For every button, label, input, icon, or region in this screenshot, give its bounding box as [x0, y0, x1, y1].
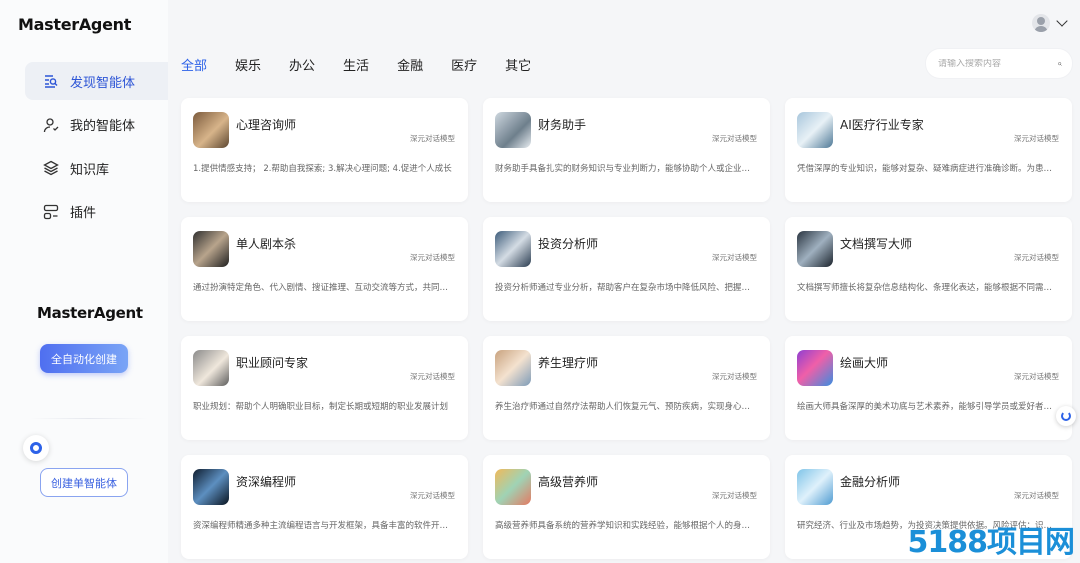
app-logo-text: MasterAgent: [18, 15, 132, 34]
brand-logo: MasterAgent: [37, 304, 143, 322]
discover-icon: [43, 73, 59, 89]
agent-description: 高级营养师具备系统的营养学知识和实践经验，能够根据个人的身体状况: [495, 521, 757, 531]
agent-avatar: [797, 112, 833, 148]
sidebar-item-my-agents[interactable]: 我的智能体: [25, 106, 168, 144]
agent-card[interactable]: 职业顾问专家 深元对话模型 职业规划：帮助个人明确职业目标，制定长期或短期的职业…: [181, 336, 468, 440]
agent-name: 金融分析师: [840, 475, 901, 489]
tab-medical[interactable]: 医疗: [451, 55, 477, 74]
assistant-bubble-icon[interactable]: [23, 435, 49, 461]
chat-float-icon[interactable]: [1056, 406, 1076, 426]
auto-create-button[interactable]: 全自动化创建: [40, 344, 128, 373]
agent-description: 凭借深厚的专业知识，能够对复杂、疑难病症进行准确诊断。为患者提供: [797, 164, 1059, 174]
agent-avatar: [495, 231, 531, 267]
agent-name: 养生理疗师: [538, 356, 599, 370]
tab-other[interactable]: 其它: [505, 55, 531, 74]
agent-description: 绘画大师具备深厚的美术功底与艺术素养，能够引导学员或爱好者提升: [797, 402, 1059, 412]
tab-office[interactable]: 办公: [289, 55, 315, 74]
agent-description: 职业规划：帮助个人明确职业目标，制定长期或短期的职业发展计划: [193, 402, 449, 412]
agent-name: 绘画大师: [840, 356, 889, 370]
tab-finance[interactable]: 金融: [397, 55, 423, 74]
agent-description: 财务助手具备扎实的财务知识与专业判断力，能够协助个人或企业管理财务: [495, 164, 757, 174]
user-agent-icon: [43, 117, 59, 133]
sidebar-item-label: 插件: [70, 206, 97, 221]
agent-model-tag: 深元对话模型: [1014, 372, 1059, 381]
avatar[interactable]: [1032, 14, 1050, 32]
agent-avatar: [495, 469, 531, 505]
agent-name: 单人剧本杀: [236, 237, 297, 251]
sidebar-item-label: 发现智能体: [70, 75, 136, 91]
agent-avatar: [797, 469, 833, 505]
category-tabs: 全部 娱乐 办公 生活 金融 医疗 其它: [181, 55, 559, 74]
chevron-down-icon[interactable]: [1056, 15, 1068, 27]
user-menu[interactable]: [1032, 14, 1068, 32]
agent-card[interactable]: 资深编程师 深元对话模型 资深编程师精通多种主流编程语言与开发框架，具备丰富的软…: [181, 455, 468, 559]
agent-model-tag: 深元对话模型: [410, 134, 455, 143]
agent-model-tag: 深元对话模型: [410, 372, 455, 381]
agent-card[interactable]: 财务助手 深元对话模型 财务助手具备扎实的财务知识与专业判断力，能够协助个人或企…: [483, 98, 770, 202]
agent-model-tag: 深元对话模型: [712, 134, 757, 143]
sidebar-item-label: 知识库: [70, 162, 110, 178]
agent-avatar: [193, 350, 229, 386]
agent-card[interactable]: 文档撰写大师 深元对话模型 文档撰写师擅长将复杂信息结构化、条理化表达，能够根据…: [785, 217, 1072, 321]
agent-model-tag: 深元对话模型: [712, 491, 757, 500]
agent-model-tag: 深元对话模型: [410, 491, 455, 500]
agent-name: 文档撰写大师: [840, 237, 913, 251]
agent-card[interactable]: 投资分析师 深元对话模型 投资分析师通过专业分析，帮助客户在复杂市场中降低风险、…: [483, 217, 770, 321]
tab-all[interactable]: 全部: [181, 55, 207, 74]
agent-avatar: [193, 469, 229, 505]
agent-name: 投资分析师: [538, 237, 599, 251]
agent-card[interactable]: 绘画大师 深元对话模型 绘画大师具备深厚的美术功底与艺术素养，能够引导学员或爱好…: [785, 336, 1072, 440]
sidebar-item-plugins[interactable]: 插件: [25, 193, 168, 231]
agent-avatar: [495, 350, 531, 386]
agent-description: 资深编程师精通多种主流编程语言与开发框架，具备丰富的软件开发经验: [193, 521, 455, 531]
agent-name: AI医疗行业专家: [840, 118, 924, 132]
agent-name: 高级营养师: [538, 475, 599, 489]
agent-description: 养生治疗师通过自然疗法帮助人们恢复元气、预防疾病，实现身心健康: [495, 402, 757, 412]
search-input[interactable]: [938, 58, 1058, 69]
agent-name: 财务助手: [538, 118, 587, 132]
agent-avatar: [797, 350, 833, 386]
app-logo[interactable]: MasterAgent: [18, 15, 131, 34]
search-box: [926, 49, 1072, 78]
agent-card[interactable]: 单人剧本杀 深元对话模型 通过扮演特定角色、代入剧情、搜证推理、互动交流等方式，…: [181, 217, 468, 321]
layers-icon: [43, 160, 59, 176]
agent-name: 资深编程师: [236, 475, 297, 489]
agent-avatar: [495, 112, 531, 148]
agent-name: 心理咨询师: [236, 118, 297, 132]
tab-life[interactable]: 生活: [343, 55, 369, 74]
sidebar-item-knowledge[interactable]: 知识库: [25, 149, 168, 187]
agent-model-tag: 深元对话模型: [1014, 134, 1059, 143]
agent-model-tag: 深元对话模型: [712, 372, 757, 381]
agent-description: 文档撰写师擅长将复杂信息结构化、条理化表达，能够根据不同需求撰写: [797, 283, 1059, 293]
sidebar-nav: 发现智能体 我的智能体 知识库 插件: [25, 62, 168, 236]
plugin-icon: [43, 204, 59, 220]
agent-card[interactable]: 心理咨询师 深元对话模型 1.提供情感支持； 2.帮助自我探索; 3.解决心理问…: [181, 98, 468, 202]
agent-model-tag: 深元对话模型: [410, 253, 455, 262]
agent-name: 职业顾问专家: [236, 356, 309, 370]
agent-description: 通过扮演特定角色、代入剧情、搜证推理、互动交流等方式，共同还原真相: [193, 283, 455, 293]
watermark-logo: 5188项目网: [907, 525, 1075, 560]
create-single-agent-button[interactable]: 创建单智能体: [40, 468, 128, 497]
agent-description: 投资分析师通过专业分析，帮助客户在复杂市场中降低风险、把握机会: [495, 283, 757, 293]
agent-card[interactable]: 高级营养师 深元对话模型 高级营养师具备系统的营养学知识和实践经验，能够根据个人…: [483, 455, 770, 559]
agent-card[interactable]: AI医疗行业专家 深元对话模型 凭借深厚的专业知识，能够对复杂、疑难病症进行准确…: [785, 98, 1072, 202]
agent-avatar: [797, 231, 833, 267]
agent-model-tag: 深元对话模型: [1014, 253, 1059, 262]
agent-description: 1.提供情感支持； 2.帮助自我探索; 3.解决心理问题; 4.促进个人成长: [193, 164, 452, 174]
agent-model-tag: 深元对话模型: [712, 253, 757, 262]
sidebar-item-discover[interactable]: 发现智能体: [25, 62, 168, 100]
sidebar: MasterAgent 发现智能体 我的智能体 知识库 插件 MasterAge…: [0, 0, 168, 563]
agent-avatar: [193, 231, 229, 267]
search-icon[interactable]: [1058, 58, 1062, 70]
agent-avatar: [193, 112, 229, 148]
divider: [30, 418, 148, 419]
agent-card[interactable]: 养生理疗师 深元对话模型 养生治疗师通过自然疗法帮助人们恢复元气、预防疾病，实现…: [483, 336, 770, 440]
sidebar-item-label: 我的智能体: [70, 119, 136, 134]
tab-entertainment[interactable]: 娱乐: [235, 55, 261, 74]
agent-model-tag: 深元对话模型: [1014, 491, 1059, 500]
